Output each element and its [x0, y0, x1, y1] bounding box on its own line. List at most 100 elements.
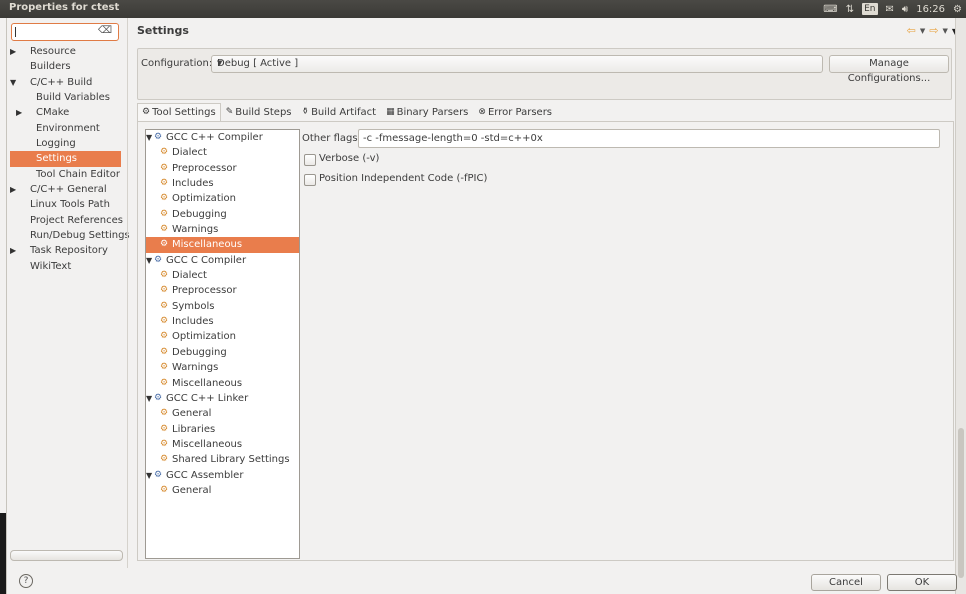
forward-dropdown-icon[interactable]: ▼: [942, 27, 947, 37]
tool-node[interactable]: ▼ ⚙ GCC C++ Compiler: [146, 130, 299, 145]
nav-item[interactable]: Run/Debug Settings: [10, 228, 130, 243]
expand-arrow-icon[interactable]: ▼: [146, 130, 152, 145]
tab-error-parsers[interactable]: ⊗ Error Parsers: [473, 104, 557, 121]
nav-item[interactable]: Environment: [10, 121, 121, 136]
gear-icon[interactable]: ⚙: [953, 4, 962, 15]
option-node[interactable]: ⚙ Miscellaneous: [146, 237, 299, 253]
tree-item-label: Shared Library Settings: [172, 454, 290, 466]
tool-icon: ⚙: [154, 132, 163, 142]
collapse-arrow-icon[interactable]: ▶: [10, 44, 16, 59]
build-steps-icon: ✎: [225, 107, 234, 117]
volume-icon[interactable]: 🔊︎: [902, 4, 908, 15]
background-window-strip: [0, 513, 6, 594]
verbose-checkbox[interactable]: [304, 154, 316, 166]
pic-checkbox[interactable]: [304, 174, 316, 186]
clock[interactable]: 16:26: [916, 4, 945, 15]
option-node[interactable]: ⚙ Symbols: [146, 299, 299, 314]
ok-button[interactable]: OK: [887, 574, 957, 591]
nav-item[interactable]: WikiText: [10, 259, 121, 274]
option-node[interactable]: ⚙ Includes: [146, 176, 299, 191]
option-node[interactable]: ⚙ Libraries: [146, 422, 299, 437]
cancel-button[interactable]: Cancel: [811, 574, 881, 591]
back-arrow-icon[interactable]: ⇦: [907, 24, 916, 37]
expand-arrow-icon[interactable]: ▼: [146, 468, 152, 483]
nav-item[interactable]: ▶ C/C++ General: [10, 182, 121, 197]
collapse-arrow-icon[interactable]: ▶: [10, 182, 16, 197]
nav-item[interactable]: Linux Tools Path: [10, 197, 121, 212]
tab-build-artifact[interactable]: ⚱ Build Artifact: [297, 104, 382, 121]
option-category-icon: ⚙: [160, 239, 169, 250]
option-node[interactable]: ⚙ Debugging: [146, 345, 299, 360]
option-node[interactable]: ⚙ Preprocessor: [146, 283, 299, 298]
option-category-icon: ⚙: [160, 147, 169, 158]
nav-item[interactable]: Build Variables: [10, 90, 121, 105]
manage-configurations-button[interactable]: Manage Configurations...: [829, 55, 949, 84]
clear-icon[interactable]: ⌫: [98, 25, 112, 36]
other-flags-input[interactable]: -c -fmessage-length=0 -std=c++0x: [358, 129, 940, 148]
option-node[interactable]: ⚙ Dialect: [146, 145, 299, 160]
panel-divider[interactable]: [127, 18, 128, 568]
collapse-arrow-icon[interactable]: ▶: [16, 105, 22, 120]
option-node[interactable]: ⚙ Includes: [146, 314, 299, 329]
nav-item[interactable]: Tool Chain Editor: [10, 167, 121, 182]
configuration-select[interactable]: Debug [ Active ] ▼: [211, 55, 823, 73]
option-node[interactable]: ⚙ Optimization: [146, 191, 299, 206]
tree-item-label: Warnings: [172, 224, 219, 236]
option-category-icon: ⚙: [160, 178, 169, 189]
option-node[interactable]: ⚙ Warnings: [146, 222, 299, 237]
nav-item[interactable]: Project References: [10, 213, 123, 228]
option-node[interactable]: ⚙ Debugging: [146, 207, 299, 222]
settings-tabs: ⚙ Tool Settings ✎ Build Steps ⚱ Build Artifac…: [137, 103, 557, 121]
nav-item[interactable]: ▶ Resource: [10, 44, 121, 59]
option-node[interactable]: ⚙ General: [146, 483, 299, 498]
expand-arrow-icon[interactable]: ▼: [146, 253, 152, 268]
keyboard-icon[interactable]: ⌨: [823, 4, 837, 15]
nav-item[interactable]: ▶ Task Repository: [10, 243, 121, 258]
nav-item[interactable]: Settings: [10, 151, 121, 167]
tool-node[interactable]: ▼ ⚙ GCC C Compiler: [146, 253, 299, 268]
tab-tool-settings[interactable]: ⚙ Tool Settings: [137, 103, 221, 121]
tab-binary-parsers[interactable]: ▦ Binary Parsers: [381, 104, 473, 121]
nav-item-label: Logging: [36, 138, 76, 150]
option-node[interactable]: ⚙ General: [146, 406, 299, 421]
option-node[interactable]: ⚙ Miscellaneous: [146, 376, 299, 391]
option-node[interactable]: ⚙ Shared Library Settings: [146, 452, 299, 467]
expand-arrow-icon[interactable]: ▼: [10, 75, 16, 90]
envelope-icon[interactable]: ✉: [886, 4, 894, 15]
option-category-icon: ⚙: [160, 270, 169, 281]
nav-item[interactable]: ▶ CMake: [10, 105, 121, 120]
option-node[interactable]: ⚙ Preprocessor: [146, 161, 299, 176]
help-icon[interactable]: ?: [19, 574, 33, 588]
vertical-scrollbar[interactable]: [955, 18, 966, 594]
scrollbar-thumb[interactable]: [958, 428, 964, 578]
option-node[interactable]: ⚙ Warnings: [146, 360, 299, 375]
nav-item[interactable]: ▼ C/C++ Build: [10, 75, 121, 90]
forward-arrow-icon[interactable]: ⇨: [929, 24, 938, 37]
option-node[interactable]: ⚙ Dialect: [146, 268, 299, 283]
configuration-label: Configuration:: [141, 58, 213, 69]
tool-node[interactable]: ▼ ⚙ GCC Assembler: [146, 468, 299, 483]
option-node[interactable]: ⚙ Miscellaneous: [146, 437, 299, 452]
expand-arrow-icon[interactable]: ▼: [146, 391, 152, 406]
nav-item-label: C/C++ General: [30, 184, 107, 196]
option-node[interactable]: ⚙ Optimization: [146, 329, 299, 344]
filter-input[interactable]: ⌫: [11, 23, 119, 41]
nav-item[interactable]: Builders: [10, 59, 121, 74]
network-icon[interactable]: ⇅: [846, 4, 854, 15]
tool-node[interactable]: ▼ ⚙ GCC C++ Linker: [146, 391, 299, 406]
horizontal-scrollbar[interactable]: [10, 550, 123, 561]
tree-item-label: Preprocessor: [172, 285, 237, 297]
back-dropdown-icon[interactable]: ▼: [920, 27, 925, 37]
collapse-arrow-icon[interactable]: ▶: [10, 243, 16, 258]
tab-label: Build Artifact: [311, 107, 377, 118]
option-category-icon: ⚙: [160, 331, 169, 342]
option-category-icon: ⚙: [160, 408, 169, 419]
chevron-down-icon: ▼: [217, 59, 223, 67]
tree-item-label: Dialect: [172, 147, 207, 159]
other-flags-value: -c -fmessage-length=0 -std=c++0x: [363, 133, 543, 144]
tool-icon: ⚙: [154, 469, 163, 480]
nav-item[interactable]: Logging: [10, 136, 121, 151]
language-indicator[interactable]: En: [862, 3, 878, 15]
binary-parsers-icon: ▦: [386, 107, 395, 117]
tab-build-steps[interactable]: ✎ Build Steps: [221, 104, 297, 121]
